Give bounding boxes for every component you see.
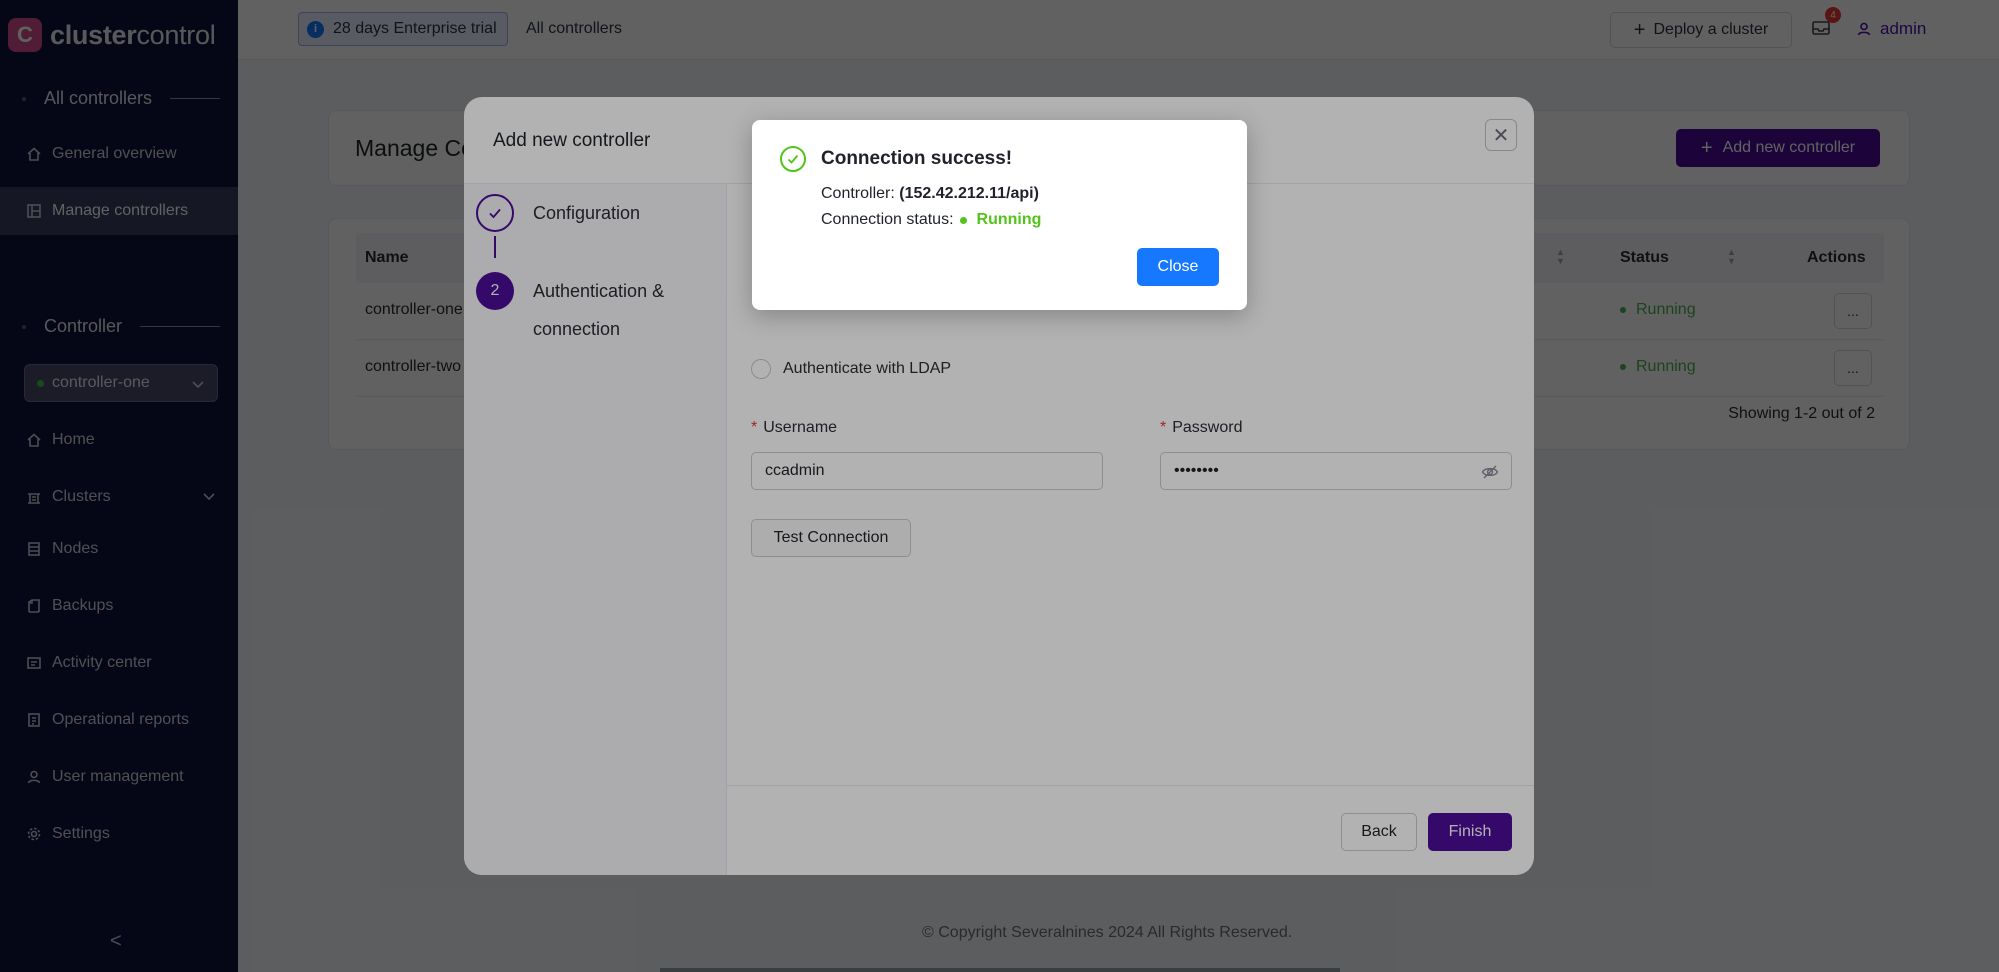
connection-success-dialog: Connection success! Controller: (152.42.… <box>752 120 1247 310</box>
connection-status: Connection status: Running <box>821 211 1042 228</box>
check-circle-icon <box>780 146 806 172</box>
dialog-title: Connection success! <box>821 148 1013 169</box>
controller-info: Controller: (152.42.212.11/api) <box>821 185 1039 202</box>
status-dot <box>959 216 967 224</box>
close-button[interactable]: Close <box>1137 248 1219 286</box>
